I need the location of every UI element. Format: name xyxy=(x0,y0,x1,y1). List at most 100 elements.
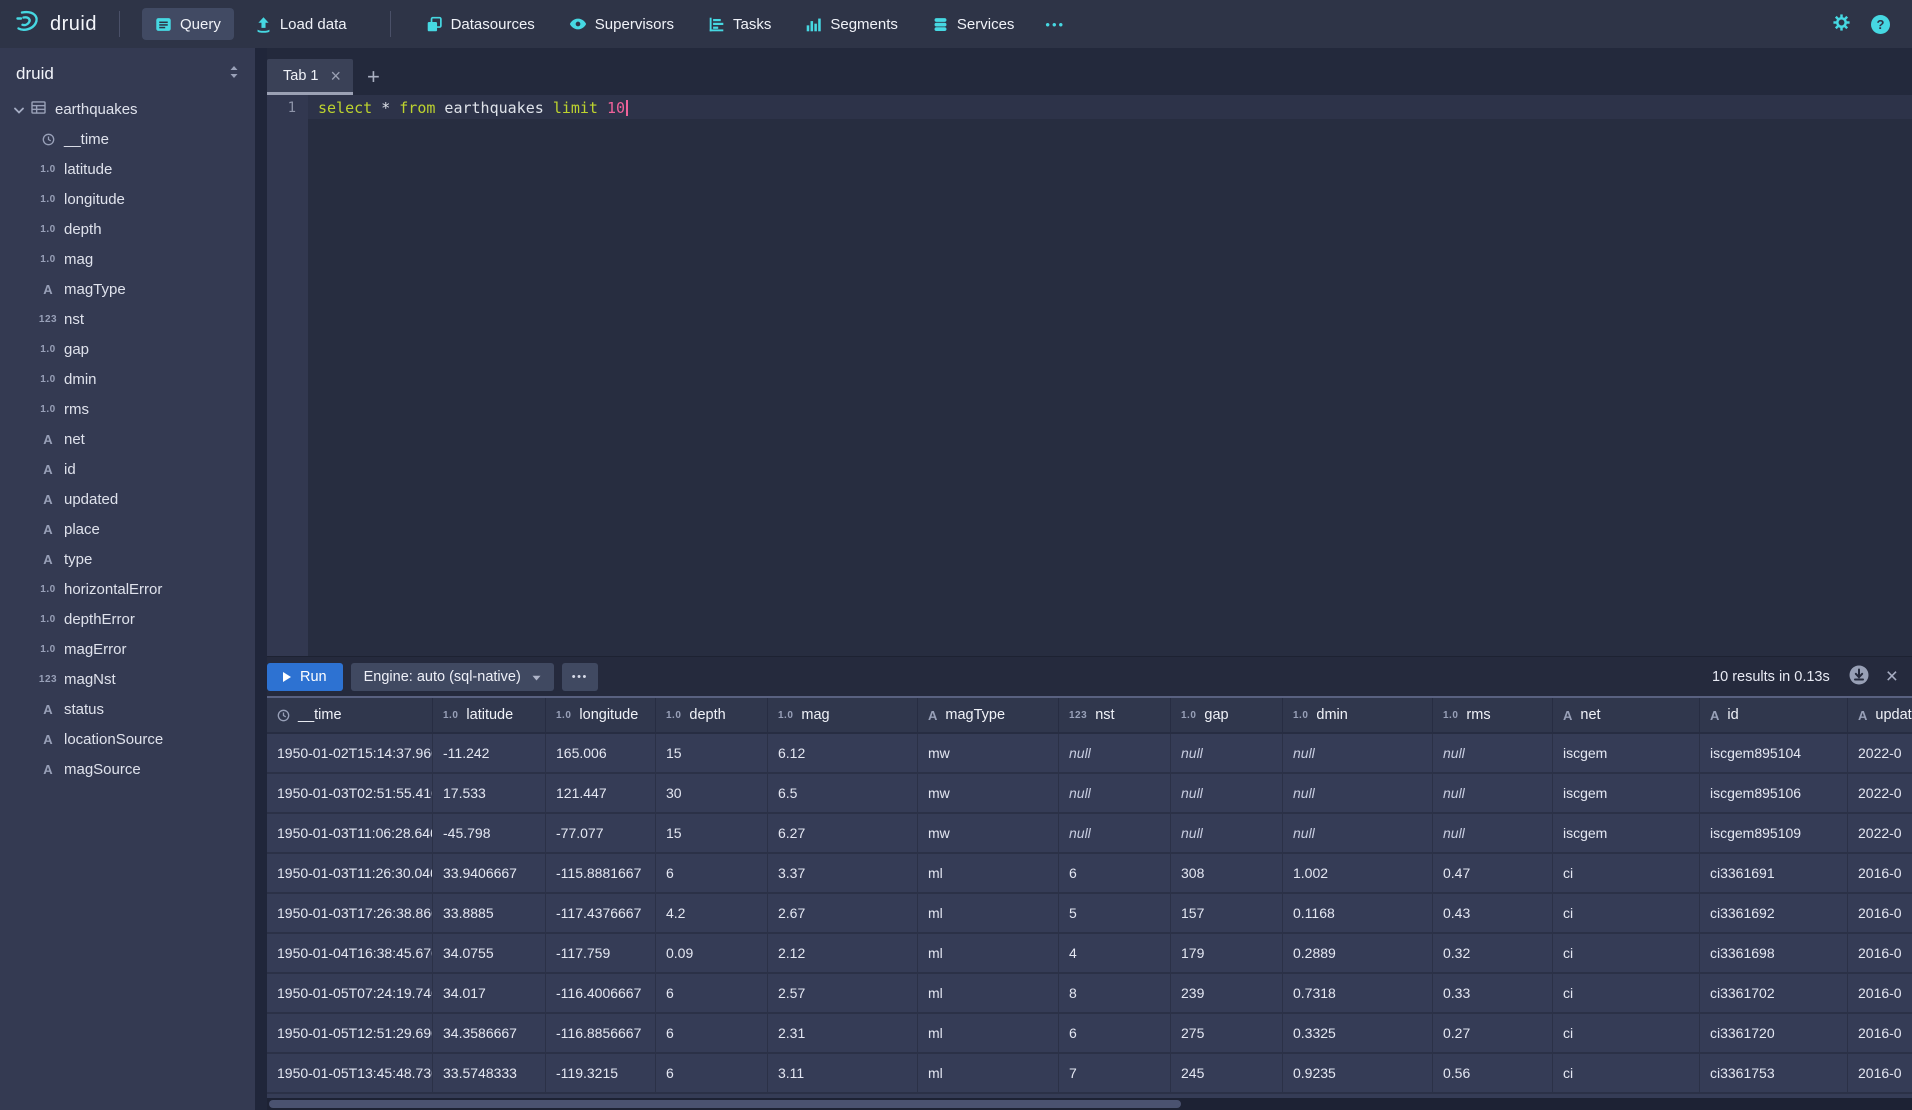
settings-button[interactable] xyxy=(1832,13,1851,35)
cell-__time[interactable]: 1950-01-05T12:51:29.690Z xyxy=(267,1014,433,1054)
cell-dmin[interactable]: 0.7318 xyxy=(1283,974,1433,1014)
cell-dmin[interactable]: null xyxy=(1283,734,1433,774)
cell-nst[interactable]: 5 xyxy=(1059,894,1171,934)
tree-column-net[interactable]: Anet xyxy=(0,424,255,454)
cell-updated[interactable]: 2016-0 xyxy=(1848,974,1912,1014)
tree-column-latitude[interactable]: 1.0latitude xyxy=(0,154,255,184)
cell-id[interactable]: iscgem895104 xyxy=(1700,734,1848,774)
cell-updated[interactable]: 2022-0 xyxy=(1848,814,1912,854)
tree-column-depth[interactable]: 1.0depth xyxy=(0,214,255,244)
cell-nst[interactable]: null xyxy=(1059,734,1171,774)
cell-dmin[interactable]: null xyxy=(1283,774,1433,814)
tree-column-updated[interactable]: Aupdated xyxy=(0,484,255,514)
cell-latitude[interactable]: 34.017 xyxy=(433,974,546,1014)
column-header-mag[interactable]: 1.0mag xyxy=(768,698,918,734)
cell-mag[interactable]: 6.5 xyxy=(768,774,918,814)
cell-dmin[interactable]: 0.1168 xyxy=(1283,894,1433,934)
cell-net[interactable]: ci xyxy=(1553,974,1700,1014)
nav-more-button[interactable]: ••• xyxy=(1035,8,1075,40)
tree-column-type[interactable]: Atype xyxy=(0,544,255,574)
cell-gap[interactable]: 157 xyxy=(1171,894,1283,934)
cell-nst[interactable]: 4 xyxy=(1059,934,1171,974)
tree-column-place[interactable]: Aplace xyxy=(0,514,255,544)
cell-rms[interactable]: 0.32 xyxy=(1433,934,1553,974)
column-header-rms[interactable]: 1.0rms xyxy=(1433,698,1553,734)
cell-net[interactable]: ci xyxy=(1553,1014,1700,1054)
cell-gap[interactable]: 245 xyxy=(1171,1054,1283,1094)
cell-__time[interactable]: 1950-01-03T02:51:55.410Z xyxy=(267,774,433,814)
tree-column-locationSource[interactable]: AlocationSource xyxy=(0,724,255,754)
column-header-dmin[interactable]: 1.0dmin xyxy=(1283,698,1433,734)
cell-longitude[interactable]: -117.4376667 xyxy=(546,894,656,934)
cell-updated[interactable]: 2016-0 xyxy=(1848,1014,1912,1054)
cell-mag[interactable]: 3.37 xyxy=(768,854,918,894)
nav-item-tasks[interactable]: Tasks xyxy=(695,8,784,40)
cell-net[interactable]: iscgem xyxy=(1553,774,1700,814)
cell-dmin[interactable]: 0.9235 xyxy=(1283,1054,1433,1094)
cell-longitude[interactable]: -115.8881667 xyxy=(546,854,656,894)
cell-id[interactable]: ci3361698 xyxy=(1700,934,1848,974)
tree-column-dmin[interactable]: 1.0dmin xyxy=(0,364,255,394)
cell-longitude[interactable]: -117.759 xyxy=(546,934,656,974)
cell-nst[interactable]: null xyxy=(1059,774,1171,814)
cell-magType[interactable]: mw xyxy=(918,814,1059,854)
column-header-longitude[interactable]: 1.0longitude xyxy=(546,698,656,734)
cell-net[interactable]: iscgem xyxy=(1553,734,1700,774)
cell-dmin[interactable]: 1.002 xyxy=(1283,854,1433,894)
cell-net[interactable]: ci xyxy=(1553,894,1700,934)
cell-id[interactable]: iscgem895106 xyxy=(1700,774,1848,814)
cell-net[interactable]: ci xyxy=(1553,854,1700,894)
tree-column-rms[interactable]: 1.0rms xyxy=(0,394,255,424)
cell-longitude[interactable]: -116.8856667 xyxy=(546,1014,656,1054)
cell-nst[interactable]: 8 xyxy=(1059,974,1171,1014)
cell-longitude[interactable]: 121.447 xyxy=(546,774,656,814)
cell-latitude[interactable]: 34.0755 xyxy=(433,934,546,974)
brand[interactable]: druid xyxy=(14,8,97,40)
query-more-button[interactable]: ••• xyxy=(562,663,598,691)
cell-id[interactable]: ci3361702 xyxy=(1700,974,1848,1014)
nav-item-services[interactable]: Services xyxy=(919,8,1028,40)
cell-depth[interactable]: 6 xyxy=(656,1054,768,1094)
cell-rms[interactable]: 0.56 xyxy=(1433,1054,1553,1094)
column-header-gap[interactable]: 1.0gap xyxy=(1171,698,1283,734)
cell-rms[interactable]: 0.33 xyxy=(1433,974,1553,1014)
tree-column-nst[interactable]: 123nst xyxy=(0,304,255,334)
column-header-net[interactable]: Anet xyxy=(1553,698,1700,734)
tree-column-status[interactable]: Astatus xyxy=(0,694,255,724)
sidebar-resizer[interactable] xyxy=(255,48,267,1110)
column-header-id[interactable]: Aid xyxy=(1700,698,1848,734)
cell-nst[interactable]: 7 xyxy=(1059,1054,1171,1094)
editor-code-area[interactable]: select * from earthquakes limit 10 xyxy=(308,95,1912,656)
tree-column-magSource[interactable]: AmagSource xyxy=(0,754,255,784)
tree-column-magError[interactable]: 1.0magError xyxy=(0,634,255,664)
tree-column-mag[interactable]: 1.0mag xyxy=(0,244,255,274)
cell-depth[interactable]: 6 xyxy=(656,974,768,1014)
cell-nst[interactable]: 6 xyxy=(1059,1014,1171,1054)
nav-item-datasources[interactable]: Datasources xyxy=(413,8,548,40)
cell-longitude[interactable]: -116.4006667 xyxy=(546,974,656,1014)
column-header-magType[interactable]: AmagType xyxy=(918,698,1059,734)
cell-rms[interactable]: 0.47 xyxy=(1433,854,1553,894)
cell-__time[interactable]: 1950-01-04T16:38:45.670Z xyxy=(267,934,433,974)
column-header-latitude[interactable]: 1.0latitude xyxy=(433,698,546,734)
cell-longitude[interactable]: 165.006 xyxy=(546,734,656,774)
cell-depth[interactable]: 4.2 xyxy=(656,894,768,934)
cell-dmin[interactable]: 0.3325 xyxy=(1283,1014,1433,1054)
cell-latitude[interactable]: -11.242 xyxy=(433,734,546,774)
cell-depth[interactable]: 30 xyxy=(656,774,768,814)
cell-id[interactable]: ci3361692 xyxy=(1700,894,1848,934)
sidebar-header[interactable]: druid xyxy=(0,48,255,94)
add-tab-button[interactable]: + xyxy=(367,59,380,95)
cell-rms[interactable]: null xyxy=(1433,734,1553,774)
cell-mag[interactable]: 2.12 xyxy=(768,934,918,974)
cell-__time[interactable]: 1950-01-03T17:26:38.860Z xyxy=(267,894,433,934)
cell-gap[interactable]: null xyxy=(1171,734,1283,774)
tab-1[interactable]: Tab 1 × xyxy=(267,59,353,95)
cell-nst[interactable]: 6 xyxy=(1059,854,1171,894)
cell-updated[interactable]: 2016-0 xyxy=(1848,854,1912,894)
cell-updated[interactable]: 2016-0 xyxy=(1848,1054,1912,1094)
cell-magType[interactable]: ml xyxy=(918,894,1059,934)
cell-mag[interactable]: 3.11 xyxy=(768,1054,918,1094)
column-header-updated[interactable]: Aupdated xyxy=(1848,698,1912,734)
cell-id[interactable]: ci3361753 xyxy=(1700,1054,1848,1094)
